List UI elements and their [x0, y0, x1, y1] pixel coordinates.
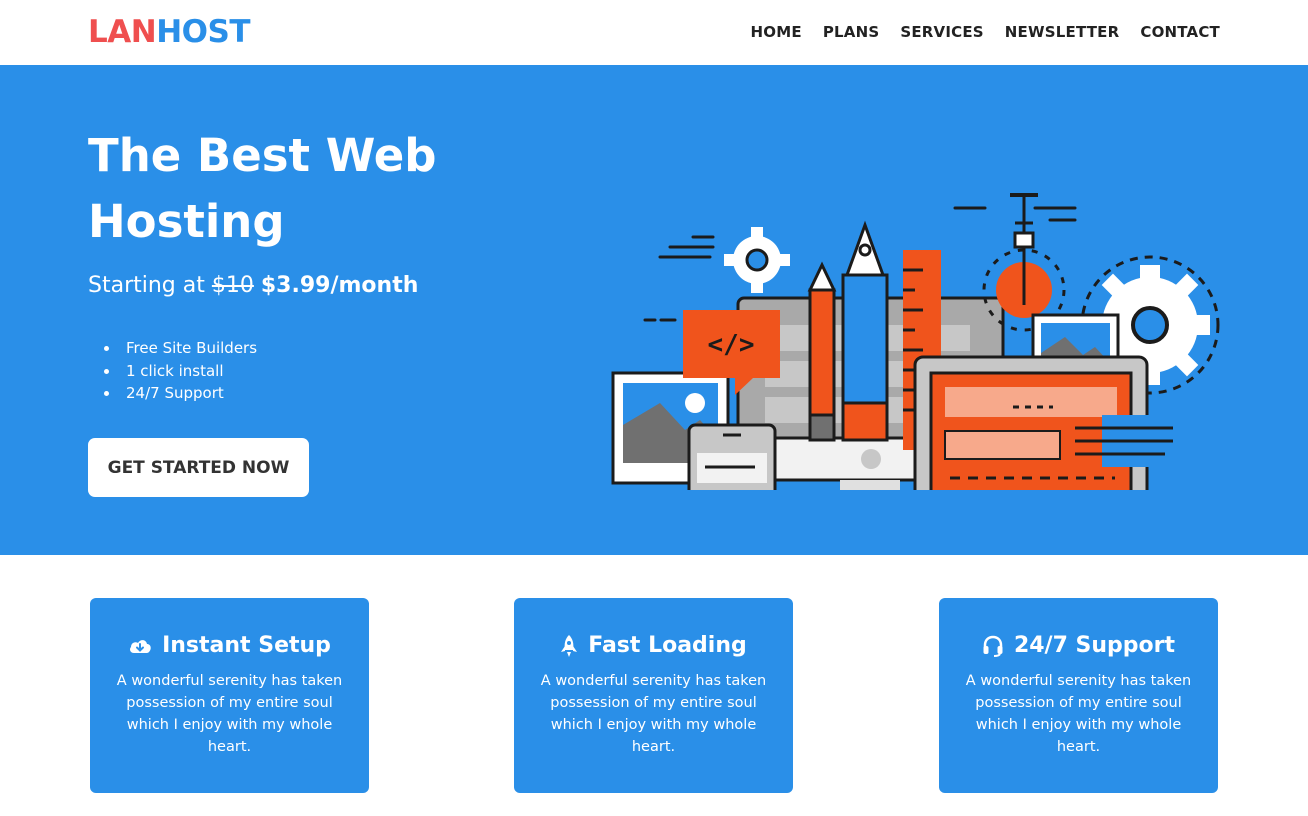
top-navbar: LANHOST HOME PLANS SERVICES NEWSLETTER C…: [0, 0, 1308, 65]
nav-plans[interactable]: PLANS: [823, 23, 880, 41]
card-text: A wonderful serenity has taken possessio…: [540, 673, 767, 755]
hero-section: The Best Web Hosting Starting at $10 $3.…: [0, 65, 1308, 555]
small-gear-icon: [724, 227, 790, 293]
feature-item: 24/7 Support: [104, 382, 257, 405]
card-title: Instant Setup: [162, 633, 331, 658]
nav-services[interactable]: SERVICES: [900, 23, 983, 41]
nav-home[interactable]: HOME: [751, 23, 802, 41]
feature-card-fast-loading: Fast Loading A wonderful serenity has ta…: [514, 598, 793, 793]
card-title: Fast Loading: [588, 633, 747, 658]
web-devices-illustration: </>: [611, 193, 1220, 490]
feature-card-support: 24/7 Support A wonderful serenity has ta…: [939, 598, 1218, 793]
nav-newsletter[interactable]: NEWSLETTER: [1005, 23, 1120, 41]
headset-icon: [983, 635, 1003, 657]
feature-card-instant-setup: Instant Setup A wonderful serenity has t…: [90, 598, 369, 793]
get-started-button[interactable]: GET STARTED NOW: [88, 438, 309, 497]
main-menu: HOME PLANS SERVICES NEWSLETTER CONTACT: [751, 23, 1220, 41]
price-new: $3.99/month: [260, 273, 419, 298]
card-title: 24/7 Support: [1013, 633, 1176, 658]
feature-item: Free Site Builders: [104, 337, 257, 360]
brand-logo[interactable]: LANHOST: [88, 14, 250, 50]
cloud-download-icon: [130, 639, 151, 653]
card-text: A wonderful serenity has taken possessio…: [965, 673, 1192, 755]
hero-title: The Best Web Hosting: [88, 129, 437, 248]
card-text: A wonderful serenity has taken possessio…: [116, 673, 343, 755]
pen-icon: [841, 220, 889, 442]
feature-list: Free Site Builders 1 click install 24/7 …: [104, 337, 257, 405]
logo-part-lan: LAN: [88, 14, 157, 50]
svg-text:</>: </>: [708, 330, 755, 360]
logo-part-host: HOST: [156, 14, 250, 50]
hero-price: Starting at $10 $3.99/month: [88, 273, 418, 298]
pencil-icon: [807, 261, 837, 442]
nav-contact[interactable]: CONTACT: [1140, 23, 1220, 41]
price-prefix: Starting at: [88, 273, 205, 298]
price-old: $10: [211, 273, 254, 298]
feature-item: 1 click install: [104, 360, 257, 383]
rocket-icon: [561, 634, 578, 657]
phone-icon: [687, 423, 777, 490]
